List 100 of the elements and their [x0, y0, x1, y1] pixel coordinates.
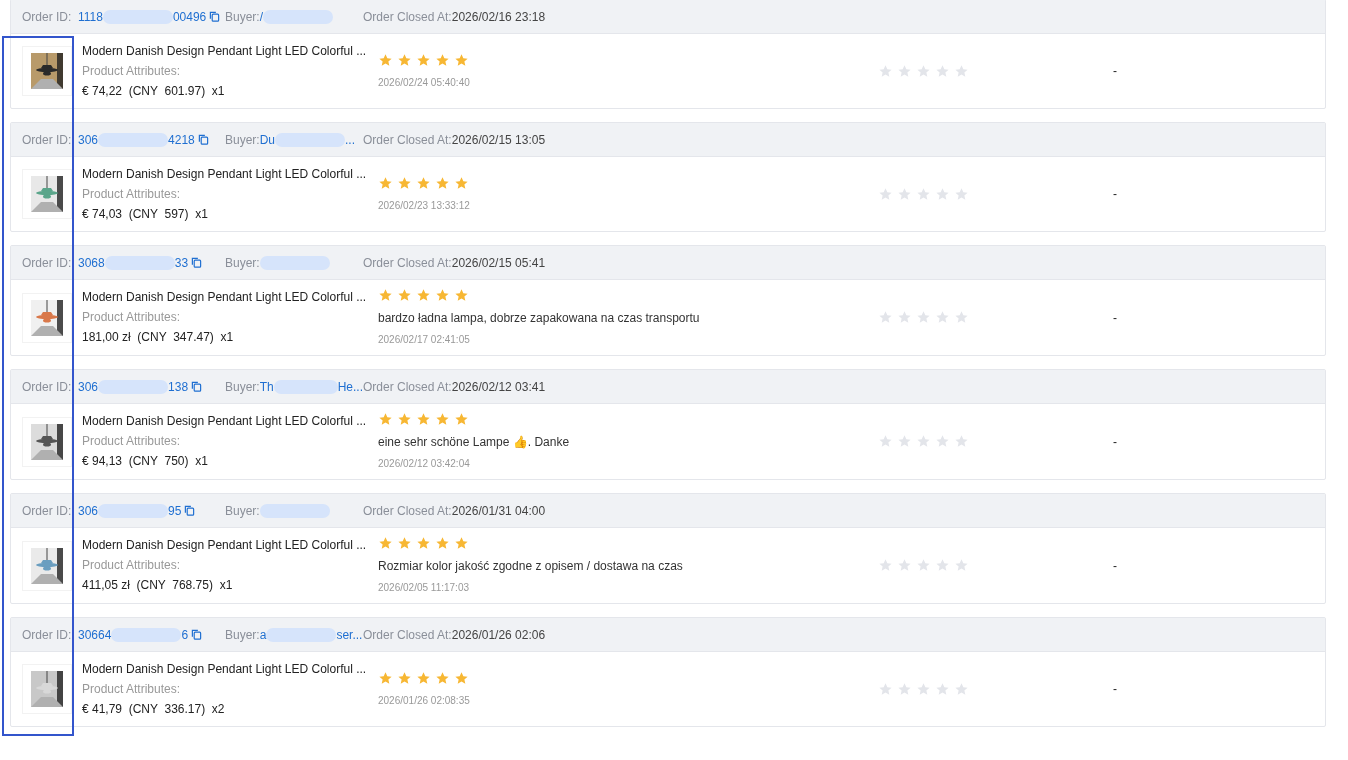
- empty-star-icon: [897, 186, 912, 202]
- empty-star-icon: [935, 558, 950, 573]
- redaction-blur: [259, 503, 330, 518]
- redaction-blur: [98, 379, 169, 394]
- empty-star-icon: [916, 558, 931, 573]
- review-date: 2026/02/05 11:17:03: [378, 581, 470, 595]
- redaction-blur: [104, 255, 175, 270]
- product-title: Modern Danish Design Pendant Light LED Colorful ...: [82, 43, 368, 59]
- order-id-link[interactable]: 3068: [78, 253, 105, 272]
- empty-star-icon: [935, 186, 950, 202]
- dash-text: -: [1112, 63, 1118, 80]
- order-id-link[interactable]: 95: [168, 501, 182, 520]
- review-date: 2026/02/12 03:42:04: [378, 457, 471, 471]
- star-icon: [435, 536, 450, 551]
- copy-icon[interactable]: [191, 381, 203, 392]
- review-comment: eine sehr schöne Lampe 👍. Danke: [378, 435, 571, 449]
- dash-text: -: [1112, 186, 1118, 203]
- dash-text: -: [1112, 681, 1118, 698]
- buyer-label: Buyer:: [225, 626, 260, 644]
- star-icon: [435, 288, 450, 303]
- star-icon: [454, 412, 469, 427]
- attributes-label: Product Attributes:: [82, 434, 182, 449]
- order-id-link[interactable]: 30664: [78, 625, 112, 644]
- product-title: Modern Danish Design Pendant Light LED Colorful ...: [82, 414, 368, 429]
- star-icon: [397, 288, 412, 303]
- closed-label: Order Closed At:: [363, 626, 452, 644]
- buyer-name: ser...: [336, 626, 363, 644]
- copy-icon[interactable]: [191, 629, 203, 640]
- review-date: 2026/02/23 13:33:12: [378, 198, 471, 213]
- redaction-blur: [263, 9, 334, 24]
- redaction-blur: [102, 9, 173, 24]
- buyer-label: Buyer:: [225, 378, 260, 396]
- closed-date: 2026/02/15 05:41: [451, 254, 546, 272]
- star-icon: [378, 52, 393, 68]
- star-icon: [435, 175, 450, 191]
- empty-star-icon: [878, 681, 893, 697]
- empty-star-icon: [935, 434, 950, 449]
- star-icon: [378, 412, 393, 427]
- copy-icon[interactable]: [197, 134, 209, 145]
- closed-label: Order Closed At:: [363, 378, 452, 396]
- product-price: € 74,22 (CNY 601.97) x1: [82, 83, 226, 99]
- product-title: Modern Danish Design Pendant Light LED Colorful ...: [82, 166, 368, 182]
- order-id-link[interactable]: 6: [181, 625, 189, 644]
- order-id-label: Order ID:: [22, 378, 73, 396]
- star-icon: [397, 175, 412, 191]
- order-id-link[interactable]: 306: [78, 130, 99, 149]
- star-icon: [397, 52, 412, 68]
- empty-star-icon: [954, 310, 969, 325]
- buyer-name: ...: [345, 131, 356, 149]
- empty-star-icon: [878, 186, 893, 202]
- product-price: € 41,79 (CNY 336.17) x2: [82, 701, 226, 717]
- order-id-label: Order ID:: [22, 502, 73, 520]
- empty-star-icon: [954, 681, 969, 697]
- copy-icon[interactable]: [184, 505, 196, 516]
- dash-text: -: [1112, 433, 1118, 451]
- star-icon: [416, 536, 431, 551]
- redaction-blur: [266, 627, 337, 642]
- redaction-blur: [98, 132, 169, 147]
- star-icon: [435, 52, 450, 68]
- order-id-link[interactable]: 4218: [168, 130, 195, 149]
- order-id-link[interactable]: 33: [174, 253, 189, 272]
- order-id-link[interactable]: 306: [78, 501, 99, 520]
- buyer-label: Buyer:: [225, 8, 260, 26]
- product-price: € 94,13 (CNY 750) x1: [82, 454, 209, 469]
- buyer-name: Du: [259, 131, 276, 149]
- star-icon: [454, 670, 469, 686]
- star-icon: [378, 175, 393, 191]
- attributes-label: Product Attributes:: [82, 558, 182, 573]
- order-id-label: Order ID:: [22, 8, 73, 26]
- order-id-link[interactable]: 306: [78, 377, 99, 396]
- product-price: 181,00 zł (CNY 347.47) x1: [82, 330, 235, 345]
- order-id-link[interactable]: 00496: [172, 7, 207, 26]
- empty-star-icon: [935, 310, 950, 325]
- product-price: 411,05 zł (CNY 768.75) x1: [82, 578, 234, 593]
- empty-star-icon: [954, 63, 969, 79]
- review-date: 2026/02/24 05:40:40: [378, 75, 471, 90]
- star-icon: [416, 52, 431, 68]
- empty-star-icon: [878, 310, 893, 325]
- order-id-link[interactable]: 1118: [78, 7, 103, 26]
- star-icon: [378, 536, 393, 551]
- empty-star-icon: [916, 63, 931, 79]
- star-icon: [435, 412, 450, 427]
- star-icon: [454, 536, 469, 551]
- dash-text: -: [1112, 557, 1118, 575]
- star-icon: [416, 670, 431, 686]
- buyer-name: /: [259, 8, 264, 26]
- empty-star-icon: [897, 558, 912, 573]
- copy-icon[interactable]: [209, 11, 221, 22]
- empty-star-icon: [916, 681, 931, 697]
- empty-star-icon: [897, 681, 912, 697]
- product-title: Modern Danish Design Pendant Light LED Colorful ...: [82, 661, 368, 677]
- order-id-link[interactable]: 138: [168, 377, 189, 396]
- attributes-label: Product Attributes:: [82, 681, 182, 697]
- copy-icon[interactable]: [191, 257, 203, 268]
- product-title: Modern Danish Design Pendant Light LED Colorful ...: [82, 290, 368, 305]
- attributes-label: Product Attributes:: [82, 63, 182, 79]
- review-comment: Rozmiar kolor jakość zgodne z opisem / dostawa na czas: [378, 559, 684, 573]
- redaction-blur: [275, 132, 346, 147]
- buyer-name: a: [259, 626, 267, 644]
- star-icon: [454, 175, 469, 191]
